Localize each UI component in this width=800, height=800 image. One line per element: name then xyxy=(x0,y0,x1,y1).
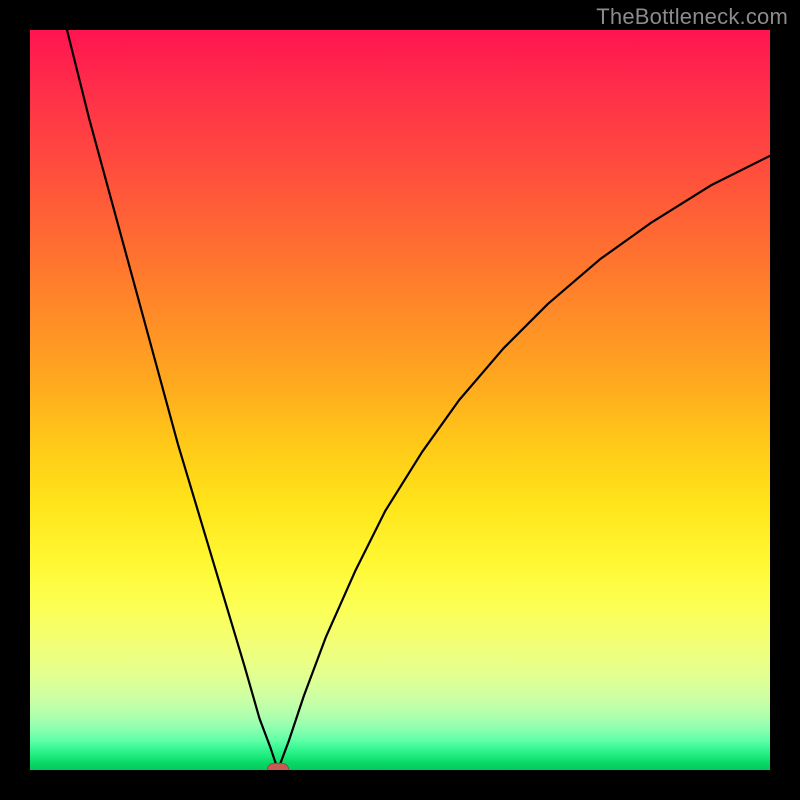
curve-path xyxy=(67,30,770,770)
chart-frame: TheBottleneck.com xyxy=(0,0,800,800)
plot-area xyxy=(30,30,770,770)
watermark-label: TheBottleneck.com xyxy=(596,4,788,30)
bottleneck-curve xyxy=(30,30,770,770)
optimum-marker xyxy=(267,763,289,770)
